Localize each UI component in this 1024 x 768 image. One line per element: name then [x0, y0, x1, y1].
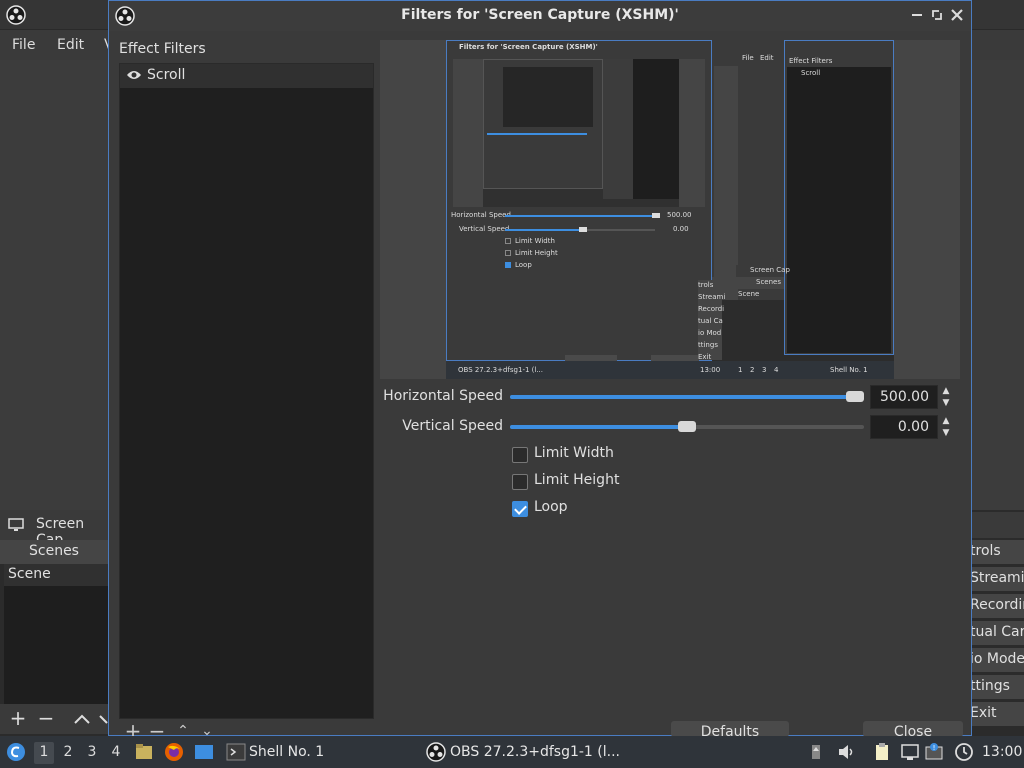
limit-width-label[interactable]: Limit Width — [534, 445, 614, 461]
scenes-dock-header: Scenes — [0, 540, 108, 564]
limit-width-checkbox[interactable] — [512, 447, 528, 463]
step-down-icon[interactable]: ▼ — [938, 427, 954, 439]
filter-list[interactable]: Scroll — [119, 63, 374, 719]
clipboard-icon[interactable] — [872, 742, 892, 762]
monitor-icon — [8, 518, 24, 531]
start-streaming-button[interactable]: Streamin — [966, 567, 1024, 591]
filter-toolbar: + − ⌃ ⌄ — [119, 721, 374, 737]
horizontal-speed-slider[interactable] — [510, 391, 864, 402]
limit-height-label[interactable]: Limit Height — [534, 472, 619, 488]
source-label-bar: Screen Cap — [0, 510, 110, 548]
svg-text:!: ! — [933, 744, 936, 752]
loop-label[interactable]: Loop — [534, 499, 568, 515]
workspace-1[interactable]: 1 — [34, 742, 54, 764]
clock-time[interactable]: 13:00 — [982, 744, 1022, 760]
shell-task-label[interactable]: Shell No. 1 — [249, 744, 324, 760]
move-up-icon[interactable] — [72, 712, 92, 726]
vertical-speed-label: Vertical Speed — [402, 418, 503, 434]
scenes-toolbar: + − — [0, 704, 110, 734]
scenes-list[interactable]: Scene — [4, 564, 108, 704]
desktop-icon[interactable] — [194, 742, 214, 762]
workspace-4[interactable]: 4 — [106, 742, 126, 764]
defaults-button[interactable]: Defaults — [671, 721, 789, 737]
storage-icon[interactable] — [806, 742, 826, 762]
dialog-titlebar: Filters for 'Screen Capture (XSHM)' — [109, 1, 971, 31]
settings-button[interactable]: ttings — [966, 675, 1024, 699]
minimize-icon[interactable] — [909, 7, 925, 23]
vertical-speed-handle[interactable] — [678, 421, 696, 432]
file-manager-icon[interactable] — [134, 742, 154, 762]
preview-image: Filters for 'Screen Capture (XSHM)' Hori… — [446, 40, 894, 379]
remove-scene-icon[interactable]: − — [34, 708, 58, 730]
step-up-icon[interactable]: ▲ — [938, 415, 954, 427]
vertical-speed-slider[interactable] — [510, 421, 864, 432]
dialog-title: Filters for 'Screen Capture (XSHM)' — [401, 7, 679, 23]
filter-name: Scroll — [147, 67, 186, 83]
limit-height-checkbox[interactable] — [512, 474, 528, 490]
eye-icon[interactable] — [126, 69, 142, 81]
maximize-icon[interactable] — [929, 7, 945, 23]
filter-up-icon[interactable]: ⌃ — [171, 721, 195, 737]
filter-item-scroll[interactable]: Scroll — [120, 64, 373, 88]
notification-icon[interactable]: ! — [924, 742, 944, 762]
filter-down-icon[interactable]: ⌄ — [195, 721, 219, 737]
add-filter-icon[interactable]: + — [121, 721, 145, 737]
volume-icon[interactable] — [836, 742, 856, 762]
menu-file[interactable]: File — [12, 37, 35, 53]
clock-icon — [955, 743, 973, 761]
exit-button[interactable]: Exit — [966, 702, 1024, 726]
obs-task-label[interactable]: OBS 27.2.3+dfsg1-1 (l... — [450, 744, 620, 760]
filters-dialog: Filters for 'Screen Capture (XSHM)' Effe… — [108, 0, 972, 737]
filter-preview: Filters for 'Screen Capture (XSHM)' Hori… — [380, 40, 960, 379]
virtual-camera-button[interactable]: tual Car — [966, 621, 1024, 645]
right-strip — [970, 512, 1024, 538]
firefox-icon[interactable] — [164, 742, 184, 762]
horizontal-speed-stepper[interactable]: ▲ ▼ — [938, 385, 954, 409]
close-icon[interactable] — [949, 7, 965, 23]
loop-checkbox[interactable] — [512, 501, 528, 517]
menu-edit[interactable]: Edit — [57, 37, 84, 53]
workspace-2[interactable]: 2 — [58, 742, 78, 764]
workspace-3[interactable]: 3 — [82, 742, 102, 764]
vertical-speed-input[interactable]: 0.00 — [870, 415, 938, 439]
network-icon[interactable] — [900, 742, 920, 762]
vertical-speed-stepper[interactable]: ▲ ▼ — [938, 415, 954, 439]
controls-dock-header: trols — [966, 540, 1024, 564]
step-up-icon[interactable]: ▲ — [938, 385, 954, 397]
studio-mode-button[interactable]: io Mode — [966, 648, 1024, 672]
close-button[interactable]: Close — [863, 721, 963, 737]
start-recording-button[interactable]: Recordin — [966, 594, 1024, 618]
obs-logo-icon — [6, 5, 26, 25]
horizontal-speed-input[interactable]: 500.00 — [870, 385, 938, 409]
obs-task-icon[interactable] — [426, 742, 446, 762]
effect-filters-label: Effect Filters — [119, 41, 206, 57]
remove-filter-icon[interactable]: − — [145, 721, 169, 737]
preview-mini-dialog: Filters for 'Screen Capture (XSHM)' Hori… — [446, 40, 712, 363]
step-down-icon[interactable]: ▼ — [938, 397, 954, 409]
main-preview-left — [0, 60, 110, 510]
scene-item[interactable]: Scene — [4, 564, 108, 586]
horizontal-speed-label: Horizontal Speed — [383, 388, 503, 404]
debian-menu-icon[interactable] — [6, 742, 26, 762]
add-scene-icon[interactable]: + — [6, 708, 30, 730]
terminal-icon[interactable] — [226, 742, 246, 762]
system-taskbar: 1 2 3 4 Shell No. 1 OBS 27.2.3+dfsg1-1 (… — [0, 736, 1024, 768]
horizontal-speed-handle[interactable] — [846, 391, 864, 402]
main-preview-right — [970, 60, 1024, 510]
